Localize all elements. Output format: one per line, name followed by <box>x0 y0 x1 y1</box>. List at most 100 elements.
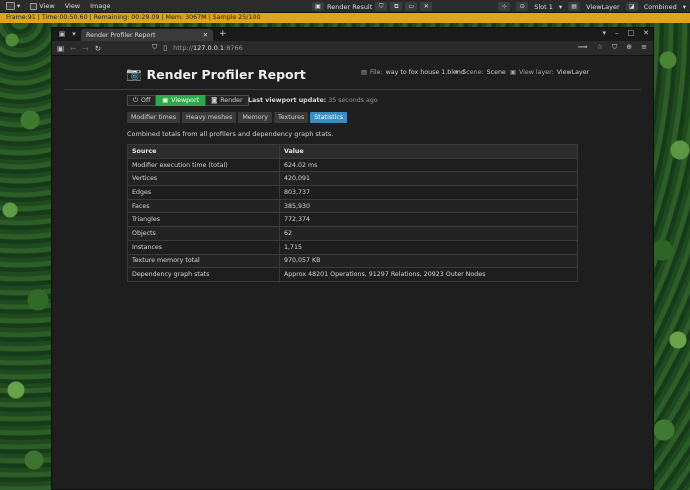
image-icon[interactable]: ▣ <box>312 2 324 11</box>
menu-view-1[interactable]: View <box>28 2 56 10</box>
tab-render-profiler[interactable]: Render Profiler Report ✕ <box>81 29 213 41</box>
row-source: Edges <box>127 185 280 200</box>
bookmark-star-icon[interactable]: ☆ <box>597 43 603 52</box>
window-controls: ▾ – □ ✕ <box>602 29 649 37</box>
forward-icon[interactable]: → <box>82 44 88 53</box>
tab-textures[interactable]: Textures <box>273 112 309 123</box>
tab-statistics[interactable]: Statistics <box>310 112 348 123</box>
tab-heavy-meshes[interactable]: Heavy meshes <box>181 112 237 123</box>
mode-viewport-button[interactable]: ▣ Viewport <box>156 95 206 106</box>
folder-icon[interactable]: ▭ <box>405 2 418 11</box>
url-text[interactable]: http://127.0.0.1:8766 <box>173 44 243 52</box>
chevron-down-icon: ▾ <box>17 2 21 10</box>
toolbar-right: ⟹ ☆ ⛉ ⊕ ≡ <box>578 43 647 52</box>
maximize-icon[interactable]: □ <box>628 29 635 37</box>
column-header-value: Value <box>279 144 578 159</box>
translate-icon[interactable]: ⟹ <box>578 43 588 52</box>
table-row: Edges 803,737 <box>127 185 578 200</box>
window-close-icon[interactable]: ✕ <box>643 29 649 37</box>
image-editor-icon <box>6 2 15 10</box>
row-source: Modifier execution time (total) <box>127 157 280 173</box>
mode-off-button[interactable]: ⏻ Off <box>127 95 157 106</box>
site-info-icon[interactable]: ⛉ <box>152 43 157 52</box>
new-image-icon[interactable]: ⧉ <box>390 2 403 11</box>
page-content: 📷 Render Profiler Report ▤ File: way to … <box>52 56 653 489</box>
url-scheme: http:// <box>173 43 194 52</box>
close-icon[interactable]: ✕ <box>420 2 433 11</box>
mode-render-label: Render <box>220 97 243 104</box>
tab-memory[interactable]: Memory <box>238 112 272 123</box>
tab-list-icon[interactable]: ▾ <box>67 30 81 38</box>
address-bar[interactable]: ⛉ ▯ http://127.0.0.1:8766 <box>152 43 243 52</box>
shield-icon[interactable]: ⛉ <box>375 2 388 11</box>
tab-title: Render Profiler Report <box>86 31 156 39</box>
file-value: way to fox house 1.blend <box>385 69 465 76</box>
profiler-mode-toggle: ⏻ Off ▣ Viewport ◙ Render <box>127 95 249 106</box>
last-update-value: 35 seconds ago <box>328 97 378 104</box>
tab-modifier-times[interactable]: Modifier times <box>127 112 180 123</box>
table-header-row: Source Value <box>127 144 578 159</box>
image-browser: ▣ Render Result ⛉ ⧉ ▭ ✕ <box>312 0 433 13</box>
mode-render-button[interactable]: ◙ Render <box>205 95 249 106</box>
viewport-icon: ▣ <box>162 97 169 104</box>
row-source: Texture memory total <box>127 253 280 269</box>
tab-bar: ▣ ▾ Render Profiler Report ✕ + ▾ – □ ✕ <box>52 28 653 41</box>
view-layer-label: View layer: <box>518 69 554 76</box>
report-tabs: Modifier times Heavy meshes Memory Textu… <box>127 112 348 123</box>
sample-icon[interactable]: ⊙ <box>516 2 529 11</box>
gizmo-icon[interactable]: ⊹ <box>498 2 511 11</box>
menu-view-2[interactable]: View <box>63 2 82 10</box>
mode-viewport-label: Viewport <box>171 97 200 104</box>
row-source: Instances <box>127 239 280 255</box>
menu-image[interactable]: Image <box>88 2 112 10</box>
editor-type-button[interactable]: ▾ <box>4 2 22 10</box>
view-layer-select[interactable]: ViewLayer <box>586 3 620 11</box>
row-value: 420,091 <box>279 171 578 187</box>
table-row: Triangles 772,374 <box>127 212 578 228</box>
extensions-icon[interactable]: ⊕ <box>626 43 632 52</box>
table-row: Objects 62 <box>127 226 578 241</box>
minimize-icon[interactable]: – <box>615 29 619 37</box>
row-value: 1,715 <box>279 239 578 255</box>
new-tab-button[interactable]: + <box>219 29 227 40</box>
scene-icon: ✦ <box>454 69 460 76</box>
page-title-text: Render Profiler Report <box>146 66 306 82</box>
slot-chevron-icon: ▾ <box>558 2 563 11</box>
tab-overflow-icon[interactable]: ▾ <box>602 29 606 37</box>
shield-icon[interactable]: ⛉ <box>612 43 617 52</box>
view-mode-icon <box>30 2 38 10</box>
view-layer-icon: ▣ <box>510 69 516 76</box>
statistics-table: Source Value Modifier execution time (to… <box>127 144 578 282</box>
pass-icon: ◪ <box>625 2 638 11</box>
url-host: 127.0.0.1 <box>193 43 225 52</box>
file-info: ▤ File: way to fox house 1.blend <box>361 69 465 76</box>
scene-label: Scene: <box>462 69 484 76</box>
sidebar-icon[interactable]: ▣ <box>57 44 64 53</box>
url-port: :8766 <box>224 43 243 52</box>
header-right-controls: ⊹ ⊙ Slot 1 ▾ ▤ ViewLayer ◪ Combined ▾ <box>498 0 686 13</box>
tab-close-icon[interactable]: ✕ <box>203 32 208 39</box>
camera-icon: 📷 <box>126 66 142 81</box>
row-value: 772,374 <box>279 212 578 228</box>
row-source: Dependency graph stats <box>127 267 280 282</box>
slot-select[interactable]: Slot 1 <box>534 3 553 11</box>
menu-icon[interactable]: ≡ <box>641 43 647 52</box>
back-icon[interactable]: ← <box>70 44 76 53</box>
row-value: 385,930 <box>279 198 578 214</box>
table-row: Instances 1,715 <box>127 239 578 255</box>
row-value: 624.02 ms <box>279 157 578 173</box>
image-name[interactable]: Render Result <box>327 3 372 11</box>
pass-select[interactable]: Combined <box>644 3 677 11</box>
row-source: Triangles <box>127 212 280 228</box>
reload-icon[interactable]: ↻ <box>95 44 101 53</box>
table-row: Texture memory total 970,057 KB <box>127 253 578 269</box>
menu-view-1-label: View <box>39 2 55 10</box>
row-source: Vertices <box>127 171 280 187</box>
header-divider <box>64 89 641 90</box>
mode-off-label: Off <box>140 97 151 104</box>
row-value: 970,057 KB <box>279 253 578 269</box>
page-title: 📷 Render Profiler Report <box>126 66 306 82</box>
row-value: Approx 48201 Operations, 91297 Relations… <box>279 267 578 282</box>
render-status-bar: Frame:91 | Time:00:50.60 | Remaining: 00… <box>0 13 690 23</box>
camera-icon: ◙ <box>211 97 218 104</box>
